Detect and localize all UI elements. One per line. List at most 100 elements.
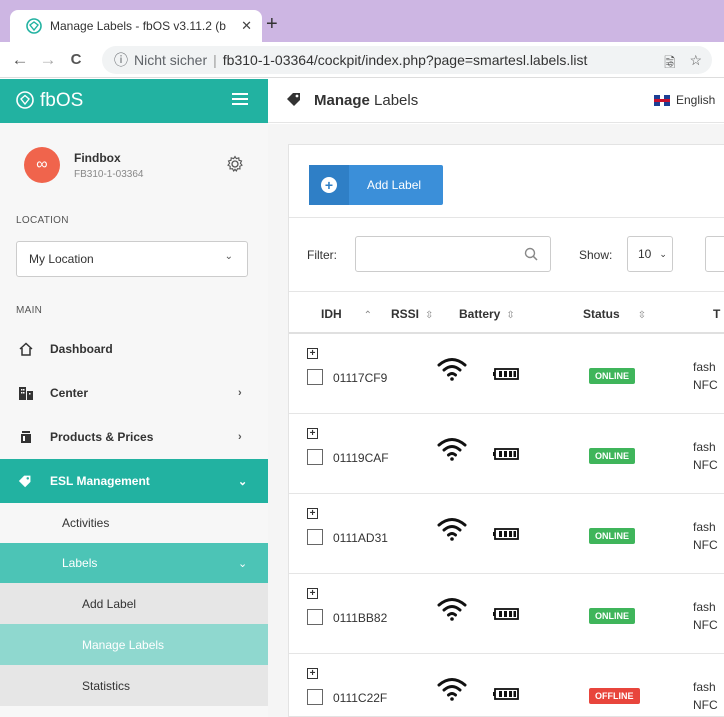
translate-icon[interactable]: 🗟 (664, 52, 675, 76)
sidebar-item-activities[interactable]: Activities (0, 503, 268, 543)
language-selector[interactable]: English (654, 93, 715, 107)
column-header-status[interactable]: Status ⇳ (583, 307, 646, 321)
home-icon (18, 341, 34, 357)
labels-panel: + Add Label Filter: Show: 10 ⌄ IDH ⌃ RSSI… (288, 144, 724, 717)
divider (289, 217, 724, 218)
cell-idh: 01117CF9 (333, 371, 388, 385)
cell-idh: 0111AD31 (333, 531, 388, 545)
sidebar-item-statistics[interactable]: Statistics (0, 665, 268, 706)
url-bar[interactable]: ⓘ Nicht sicher | fb310-1-03364/cockpit/i… (102, 46, 712, 74)
wifi-signal-icon (437, 436, 467, 462)
battery-full-icon (493, 528, 519, 540)
tag-icon (286, 91, 304, 110)
forward-button[interactable]: → (34, 50, 62, 70)
add-label-button-label: Add Label (367, 178, 422, 192)
close-tab-icon[interactable]: ✕ (241, 18, 252, 34)
sort-icon: ⇳ (425, 310, 434, 321)
battery-full-icon (493, 688, 519, 700)
filter-field[interactable] (355, 236, 551, 272)
battery-full-icon (493, 448, 519, 460)
chevron-down-icon: ⌄ (238, 557, 248, 570)
column-header-type[interactable]: T (713, 307, 720, 321)
column-header-battery[interactable]: Battery ⇳ (459, 307, 515, 321)
expand-row-icon[interactable]: + (307, 428, 318, 439)
sidebar-item-products-prices[interactable]: Products & Prices › (0, 415, 268, 459)
reload-button[interactable]: C (62, 51, 90, 68)
page-title: Manage Labels (314, 92, 418, 109)
expand-row-icon[interactable]: + (307, 348, 318, 359)
new-tab-button[interactable]: + (266, 14, 278, 34)
uk-flag-icon (654, 94, 670, 106)
cell-type: fash NFC (693, 600, 718, 632)
wifi-signal-icon (437, 596, 467, 622)
row-checkbox[interactable] (307, 529, 323, 545)
chevron-right-icon: › (238, 431, 242, 443)
row-checkbox[interactable] (307, 369, 323, 385)
expand-row-icon[interactable]: + (307, 668, 318, 679)
sidebar-item-label: Labels (62, 556, 98, 570)
jar-icon (18, 429, 34, 445)
sidebar-item-label: Statistics (82, 678, 131, 693)
table-row: +0111C22F OFFLINE fash NFC (289, 654, 724, 717)
cell-type: fash NFC (693, 520, 718, 552)
toolbar-extra-control[interactable] (705, 236, 724, 272)
brand-header: fbOS (0, 79, 268, 123)
status-badge: ONLINE (589, 448, 636, 464)
page-size-value: 10 (638, 247, 652, 261)
expand-row-icon[interactable]: + (307, 588, 318, 599)
table-row: +01117CF9 ONLINE fash NFC (289, 334, 724, 414)
bookmark-star-icon[interactable]: ☆ (689, 52, 702, 76)
gear-icon[interactable] (226, 155, 244, 173)
location-select[interactable]: My Location ⌄ (16, 241, 248, 277)
column-header-idh[interactable]: IDH ⌃ (321, 307, 372, 321)
language-label: English (676, 93, 716, 107)
cell-type: fash NFC (693, 360, 718, 392)
fbos-logo-icon (16, 90, 34, 112)
sidebar-item-label: Add Label (82, 596, 137, 611)
wifi-signal-icon (437, 356, 467, 382)
cell-type: fash NFC (693, 440, 718, 472)
row-checkbox[interactable] (307, 689, 323, 705)
sidebar-item-dashboard[interactable]: Dashboard (0, 327, 268, 371)
status-badge: ONLINE (589, 368, 636, 384)
battery-full-icon (493, 608, 519, 620)
browser-tab[interactable]: Manage Labels - fbOS v3.11.2 (b ✕ (10, 10, 262, 42)
fbos-favicon-icon (26, 18, 42, 34)
location-section-label: LOCATION (16, 215, 69, 226)
sidebar-menu: Dashboard Center › Products & Prices › E… (0, 327, 268, 706)
show-label: Show: (579, 248, 613, 262)
cell-idh: 0111BB82 (333, 611, 388, 625)
sidebar-item-manage-labels[interactable]: Manage Labels (0, 624, 268, 665)
sidebar-item-label: Products & Prices (50, 430, 154, 444)
profile-id: FB310-1-03364 (74, 168, 144, 180)
hamburger-menu-icon[interactable] (232, 93, 248, 108)
main-section-label: MAIN (16, 305, 43, 316)
location-value: My Location (29, 252, 94, 266)
sidebar-item-add-label[interactable]: Add Label (0, 583, 268, 624)
sidebar-item-esl-management[interactable]: ESL Management ⌄ (0, 459, 268, 503)
column-header-rssi[interactable]: RSSI ⇳ (391, 307, 433, 321)
page-size-select[interactable]: 10 ⌄ (627, 236, 673, 272)
url-text[interactable]: fb310-1-03364/cockpit/index.php?page=sma… (223, 52, 588, 68)
info-icon[interactable]: ⓘ (114, 50, 128, 70)
url-separator: | (213, 52, 217, 68)
page-title-bold: Manage (314, 92, 370, 109)
wifi-signal-icon (437, 516, 467, 542)
row-checkbox[interactable] (307, 609, 323, 625)
cell-type: fash NFC (693, 680, 718, 712)
sidebar-item-center[interactable]: Center › (0, 371, 268, 415)
avatar[interactable]: ∞ (24, 147, 60, 183)
wifi-signal-icon (437, 676, 467, 702)
sidebar: fbOS ∞ Findbox FB310-1-03364 LOCATION My… (0, 79, 268, 717)
back-button[interactable]: ← (6, 50, 34, 70)
expand-row-icon[interactable]: + (307, 508, 318, 519)
row-checkbox[interactable] (307, 449, 323, 465)
filter-input[interactable] (356, 237, 516, 271)
building-icon (18, 385, 34, 401)
page-title-rest: Labels (369, 92, 419, 109)
sort-asc-icon: ⌃ (363, 310, 373, 321)
sidebar-item-label: Center (50, 386, 89, 400)
add-label-button[interactable]: + Add Label (309, 165, 443, 205)
table-row: +01119CAF ONLINE fash NFC (289, 414, 724, 494)
sidebar-item-labels[interactable]: Labels ⌄ (0, 543, 268, 583)
